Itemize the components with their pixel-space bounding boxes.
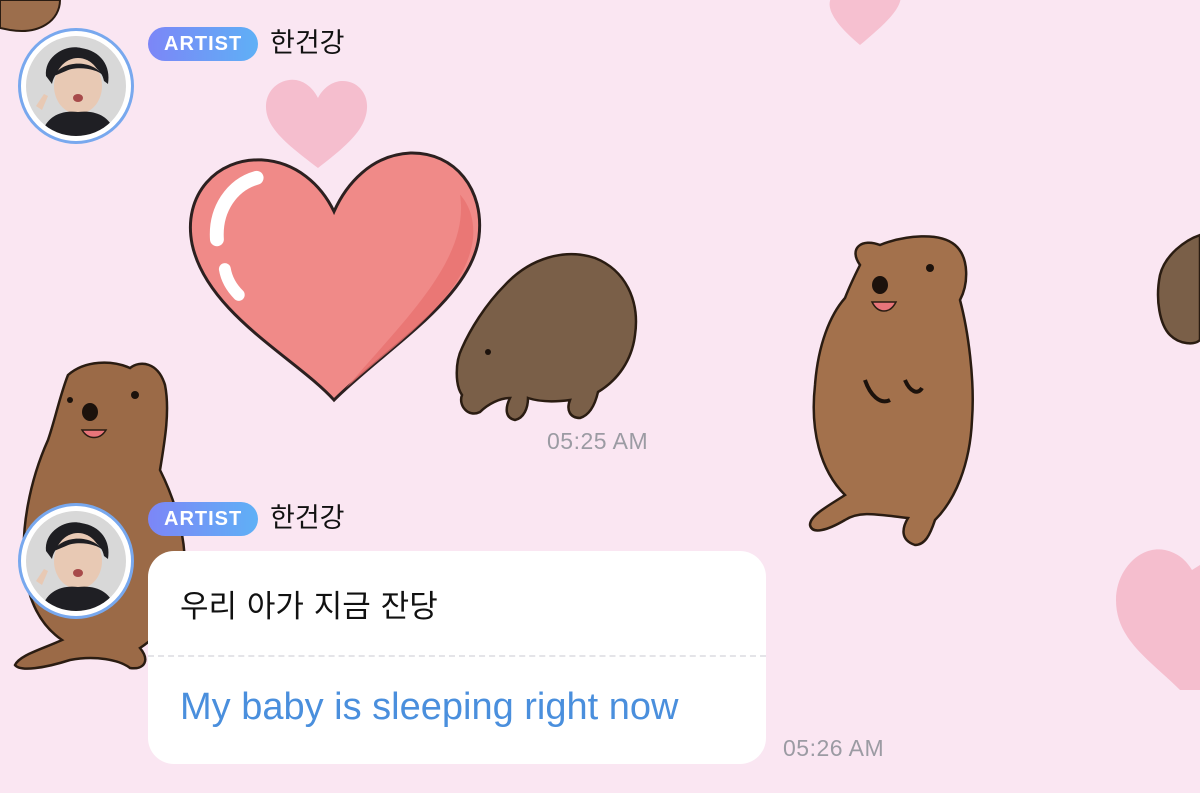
sender-name[interactable]: 한건강: [270, 27, 345, 61]
message-timestamp: 05:26 AM: [783, 735, 885, 761]
sender-name[interactable]: 한건강: [270, 502, 345, 536]
avatar-photo-icon: [26, 36, 126, 136]
message-timestamp: 05:25 AM: [547, 428, 649, 454]
artist-badge: ARTIST: [148, 502, 259, 536]
translation-divider: [148, 655, 766, 657]
message-bubble[interactable]: 우리 아가 지금 잔당 My baby is sleeping right no…: [148, 551, 766, 764]
artist-avatar[interactable]: [18, 503, 134, 619]
artist-badge: ARTIST: [148, 27, 259, 61]
message-translated-text: My baby is sleeping right now: [180, 686, 679, 728]
artist-avatar[interactable]: [18, 28, 134, 144]
message-original-text: 우리 아가 지금 잔당: [180, 589, 438, 625]
avatar-photo-icon: [26, 511, 126, 611]
heart-sticker[interactable]: [186, 150, 486, 408]
